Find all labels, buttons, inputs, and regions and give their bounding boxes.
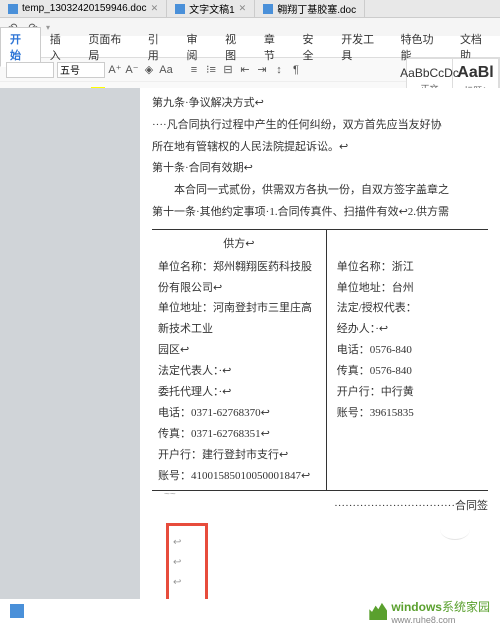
tab-label: 翱翔丁基胶塞.doc <box>277 1 356 16</box>
supplier-bank: 开户行：建行登封市支行↩ <box>158 445 320 466</box>
numbering-icon[interactable]: ⁝≡ <box>204 63 218 77</box>
doc-tab-2[interactable]: 文字文稿1 ✕ <box>167 0 255 17</box>
multilevel-icon[interactable]: ⊟ <box>221 63 235 77</box>
contract-table: 供方↩ 单位名称：郑州翱翔医药科技股份有限公司↩ 单位地址：河南登封市三里庄高新… <box>152 229 488 492</box>
style-preview-text: AaBbCcDc <box>400 66 459 80</box>
watermark: windows系统家园 www.ruhe8.com <box>369 598 490 625</box>
para-text: ····凡合同执行过程中产生的任何纠纷，双方首先应当友好协 <box>152 116 488 136</box>
para-text: 本合同一式贰份，供需双方各执一份，自双方签字盖章之 <box>152 181 488 201</box>
supplier-address2: 园区↩ <box>158 340 320 361</box>
tab-layout[interactable]: 页面布局 <box>79 28 138 66</box>
demander-fax: 传真：0576-840 <box>337 361 482 382</box>
page-curl-icon <box>440 519 480 549</box>
tab-references[interactable]: 引用 <box>139 28 178 66</box>
doc-icon <box>175 4 185 14</box>
font-size-select[interactable] <box>57 62 105 78</box>
supplier-account: 账号：41001585010050001847↩ <box>158 466 320 487</box>
decrease-font-icon[interactable]: A⁻ <box>125 63 139 77</box>
bullets-icon[interactable]: ≡ <box>187 63 201 77</box>
tab-developer[interactable]: 开发工具 <box>332 28 391 66</box>
demander-phone: 电话：0576-840 <box>337 340 482 361</box>
demander-address: 单位地址：台州 <box>337 278 482 299</box>
tab-view[interactable]: 视图 <box>216 28 255 66</box>
doc-status-icon[interactable] <box>10 604 24 618</box>
supplier-agent: 委托代理人：·↩ <box>158 382 320 403</box>
close-icon[interactable]: ✕ <box>239 3 247 14</box>
supplier-name: 单位名称：郑州翱翔医药科技股份有限公司↩ <box>158 257 320 299</box>
tab-review[interactable]: 审阅 <box>177 28 216 66</box>
tab-section[interactable]: 章节 <box>255 28 294 66</box>
document-area: 第九条·争议解决方式↩ ····凡合同执行过程中产生的任何纠纷，双方首先应当友好… <box>0 88 500 599</box>
tab-insert[interactable]: 插入 <box>41 28 80 66</box>
increase-font-icon[interactable]: A⁺ <box>108 63 122 77</box>
tab-label: 文字文稿1 <box>189 1 235 16</box>
supplier-phone: 电话：0371-62768370↩ <box>158 403 320 424</box>
watermark-brand: windows <box>391 600 442 614</box>
para-text: 所在地有管辖权的人民法院提起诉讼。↩ <box>152 138 488 158</box>
supplier-fax: 传真：0371-62768351↩ <box>158 424 320 445</box>
close-icon[interactable]: ✕ <box>151 3 159 14</box>
demander-account: 账号：39615835 <box>337 403 482 424</box>
demander-legal: 法定/授权代表： <box>337 298 482 319</box>
watermark-url: www.ruhe8.com <box>391 615 490 625</box>
doc-icon <box>263 4 273 14</box>
appendix-line: ·································合同签 <box>152 497 488 517</box>
style-preview-text: AaBl <box>457 64 493 82</box>
ribbon-tabs: 开始 插入 页面布局 引用 审阅 视图 章节 安全 开发工具 特色功能 文档助 <box>0 36 500 58</box>
tab-label: temp_13032420159946.doc <box>22 3 147 14</box>
show-marks-icon[interactable]: ¶ <box>289 63 303 77</box>
demander-bank: 开户行：中行黄 <box>337 382 482 403</box>
increase-indent-icon[interactable]: ⇥ <box>255 63 269 77</box>
highlighted-empty-lines: ↩↩↩↩↩↩↩ <box>166 523 208 599</box>
demander-name: 单位名称：浙江 <box>337 257 482 278</box>
left-margin <box>0 88 140 599</box>
supplier-header: 供方↩ <box>158 234 320 255</box>
decrease-indent-icon[interactable]: ⇤ <box>238 63 252 77</box>
tab-security[interactable]: 安全 <box>294 28 333 66</box>
supplier-legal: 法定代表人：·↩ <box>158 361 320 382</box>
para-article10: 第十条·合同有效期↩ <box>152 159 488 179</box>
sort-icon[interactable]: ↕ <box>272 63 286 77</box>
status-bar: windows系统家园 www.ruhe8.com <box>0 599 500 623</box>
doc-tab-1[interactable]: temp_13032420159946.doc ✕ <box>0 0 167 17</box>
windows-logo-icon <box>369 602 387 620</box>
change-case-icon[interactable]: Aa <box>159 63 173 77</box>
demander-handler: 经办人：·↩ <box>337 319 482 340</box>
clear-format-icon[interactable]: ◈ <box>142 63 156 77</box>
doc-tab-3[interactable]: 翱翔丁基胶塞.doc <box>255 0 365 17</box>
page-content[interactable]: 第九条·争议解决方式↩ ····凡合同执行过程中产生的任何纠纷，双方首先应当友好… <box>140 88 500 599</box>
para-article11: 第十一条·其他约定事项·1.合同传真件、扫描件有效↩2.供方需 <box>152 203 488 223</box>
demander-column: 单位名称：浙江 单位地址：台州 法定/授权代表： 经办人：·↩ 电话：0576-… <box>327 230 488 491</box>
watermark-sub: 系统家园 <box>442 600 490 614</box>
supplier-address1: 单位地址：河南登封市三里庄高新技术工业 <box>158 298 320 340</box>
doc-icon <box>8 4 18 14</box>
supplier-column: 供方↩ 单位名称：郑州翱翔医药科技股份有限公司↩ 单位地址：河南登封市三里庄高新… <box>152 230 327 491</box>
para-article9: 第九条·争议解决方式↩ <box>152 94 488 114</box>
font-family-select[interactable] <box>6 62 54 78</box>
annotation-mark <box>164 486 184 502</box>
demander-header <box>337 234 482 255</box>
